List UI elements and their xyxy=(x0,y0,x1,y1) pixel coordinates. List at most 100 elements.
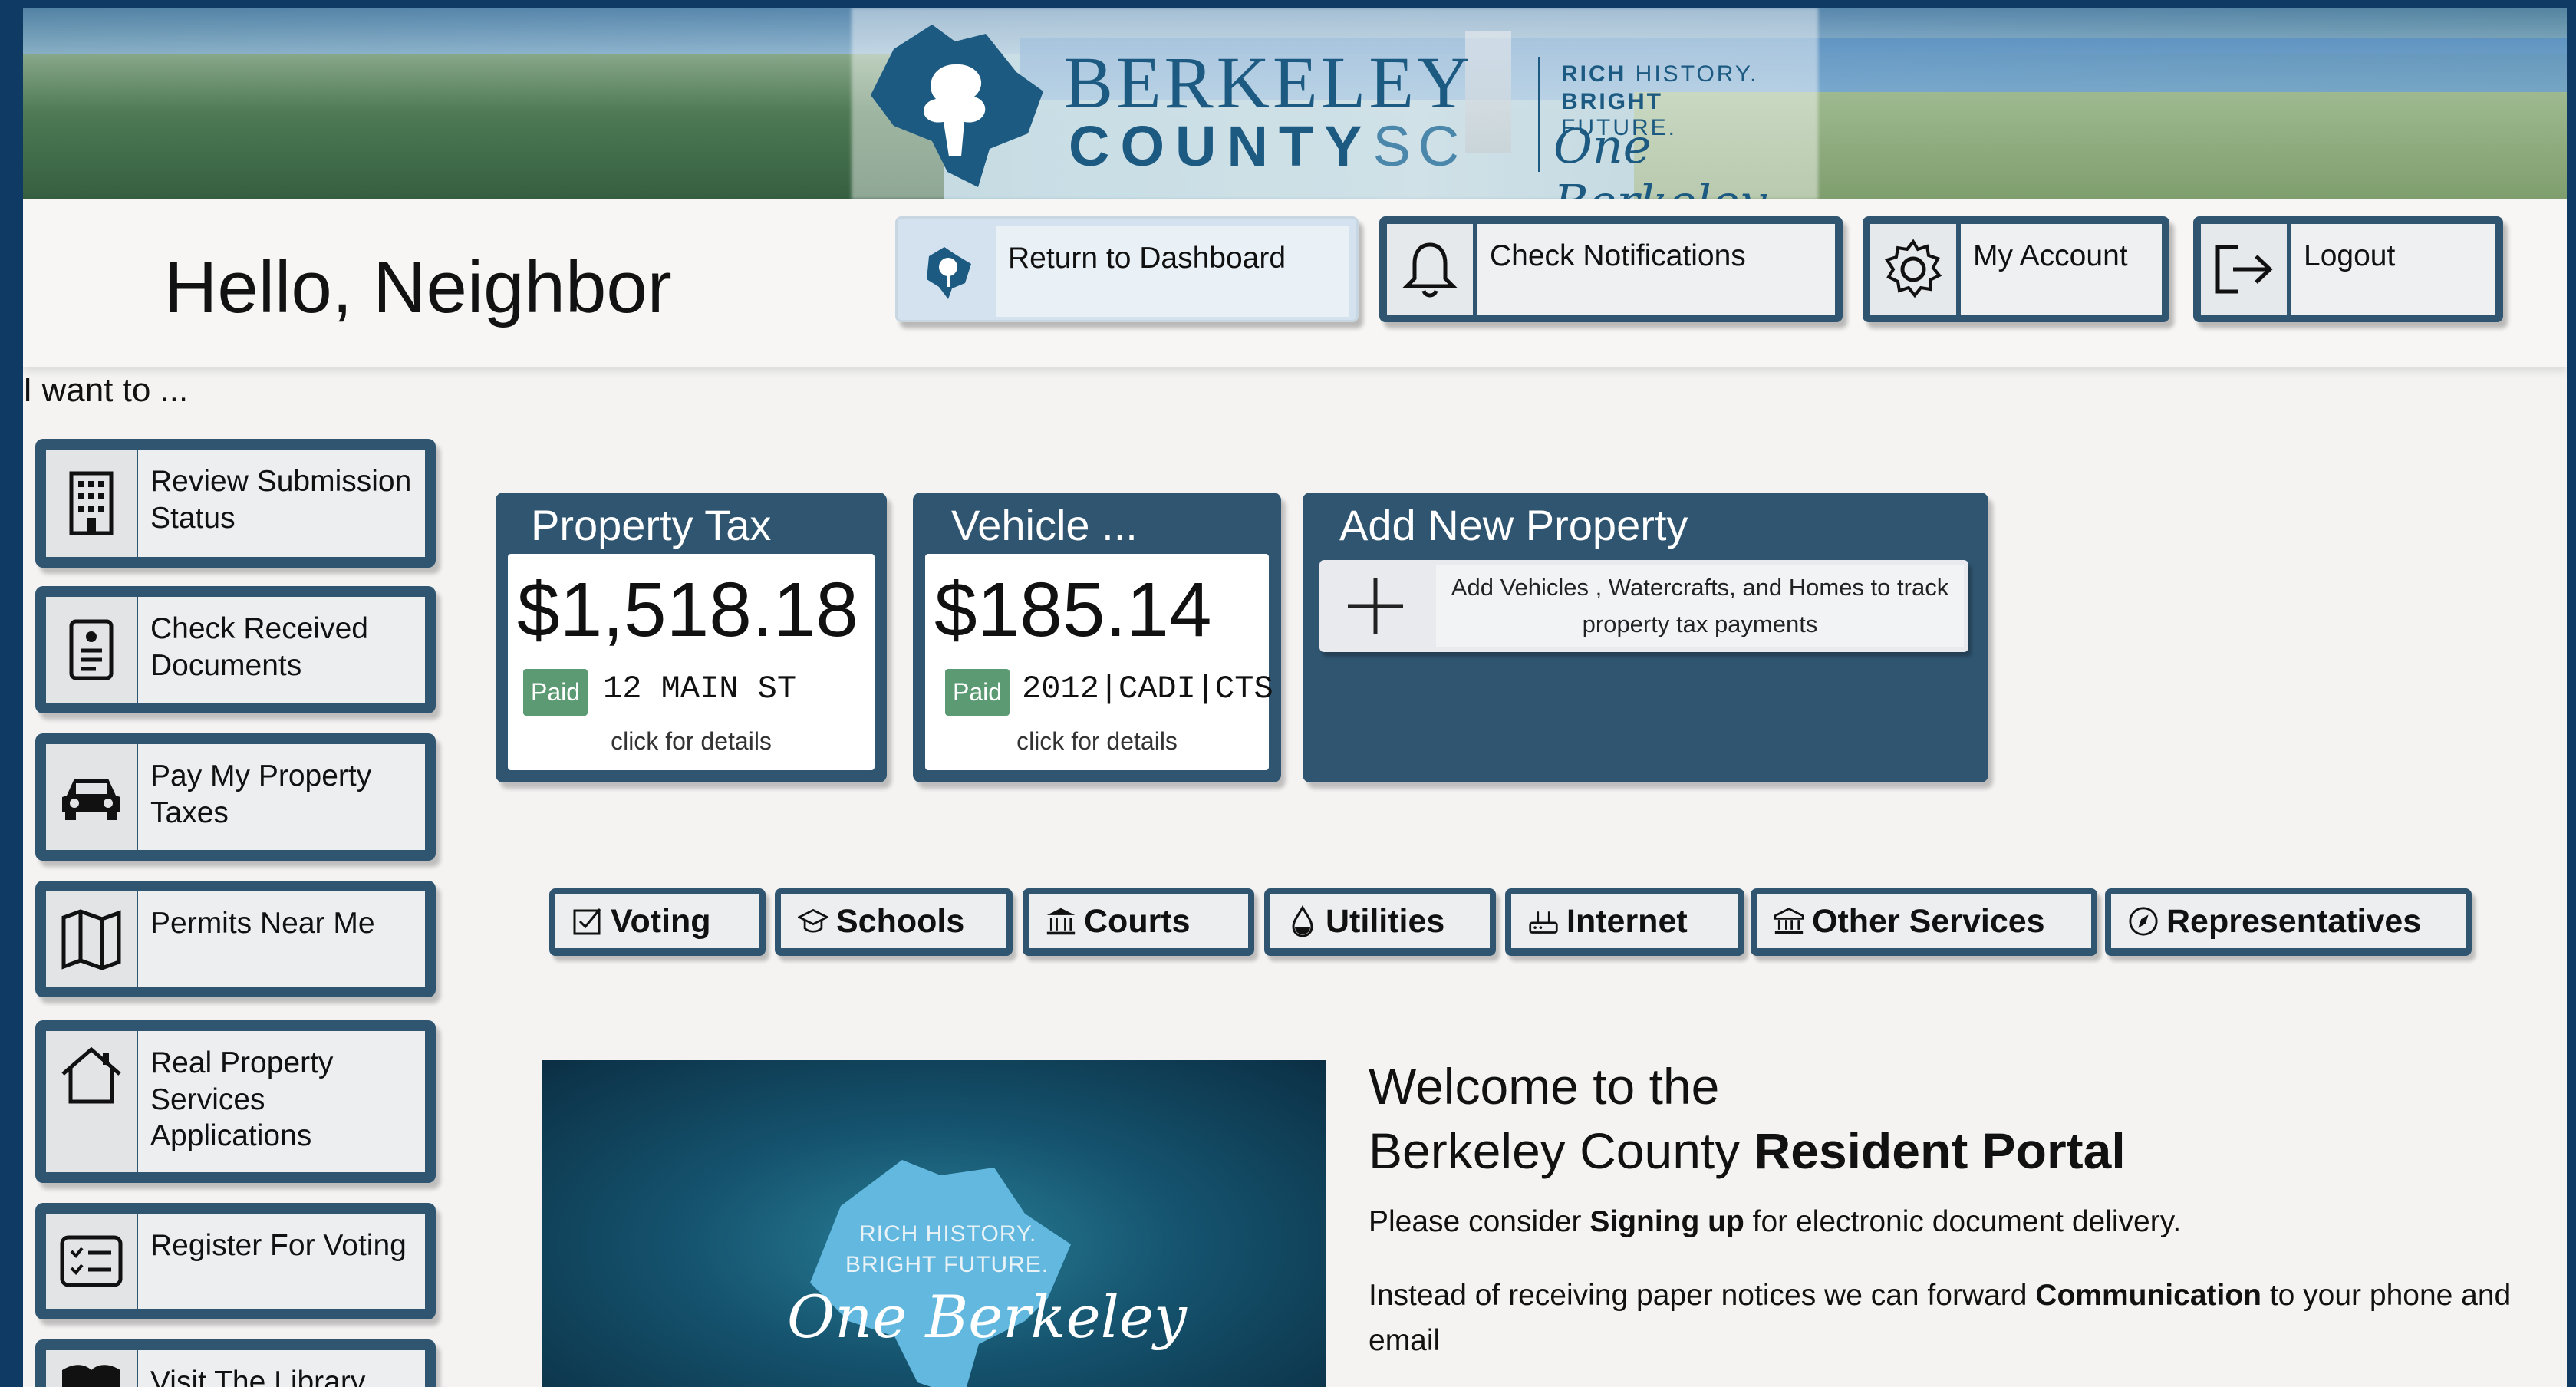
visit-the-library-label: Visit The Library xyxy=(138,1350,425,1387)
status-badge: Paid xyxy=(945,669,1010,716)
page-header: Hello, Neighbor Return to Dashboard Chec… xyxy=(23,199,2567,367)
status-badge: Paid xyxy=(523,669,588,716)
logout-icon xyxy=(2201,224,2287,315)
vehicle-tax-card[interactable]: Vehicle ... $185.14 Paid 2012|CADI|CTS c… xyxy=(913,493,1281,782)
map-icon xyxy=(46,891,137,987)
tab-representatives-label: Representatives xyxy=(2166,902,2422,940)
car-icon xyxy=(46,744,137,850)
add-new-property-description: Add Vehicles , Watercrafts, and Homes to… xyxy=(1436,565,1964,647)
property-tax-amount: $1,518.18 xyxy=(517,567,858,653)
vehicle-body: $185.14 Paid 2012|CADI|CTS click for det… xyxy=(925,554,1273,770)
para1-suffix: for electronic document delivery. xyxy=(1744,1205,2182,1238)
welcome-heading-line1: Welcome to the xyxy=(1369,1058,1720,1115)
pay-my-property-taxes-button[interactable]: Pay My Property Taxes xyxy=(35,733,436,861)
signup-paragraph: Please consider Signing up for electroni… xyxy=(1369,1200,2519,1245)
para2-prefix: Instead of receiving paper notices we ca… xyxy=(1369,1279,2036,1312)
router-icon xyxy=(1528,906,1559,937)
return-to-dashboard-label: Return to Dashboard xyxy=(996,226,1349,317)
county-logo[interactable]: BERKELEY COUNTYSC RICH HISTORY. BRIGHT F… xyxy=(863,18,1784,199)
register-for-voting-label: Register For Voting xyxy=(138,1214,425,1309)
communication-link[interactable]: Communication xyxy=(2035,1279,2261,1312)
logout-button[interactable]: Logout xyxy=(2193,216,2503,322)
tab-courts[interactable]: Courts xyxy=(1023,888,1254,956)
building-icon xyxy=(46,450,137,557)
courthouse-icon xyxy=(1046,906,1076,937)
my-account-button[interactable]: My Account xyxy=(1863,216,2169,322)
add-new-property-card: Add New Property Add Vehicles , Watercra… xyxy=(1303,493,1988,782)
vehicle-amount: $185.14 xyxy=(934,567,1212,653)
tab-schools-label: Schools xyxy=(836,902,965,940)
pay-my-property-taxes-label: Pay My Property Taxes xyxy=(138,744,425,850)
visit-the-library-button[interactable]: Visit The Library xyxy=(35,1339,436,1387)
welcome-line2-bold: Resident Portal xyxy=(1754,1122,2126,1179)
ballot-icon xyxy=(572,906,603,937)
tab-courts-label: Courts xyxy=(1084,902,1191,940)
document-icon xyxy=(46,597,137,703)
return-to-dashboard-button[interactable]: Return to Dashboard xyxy=(895,216,1359,322)
communication-paragraph: Instead of receiving paper notices we ca… xyxy=(1369,1273,2535,1363)
tab-voting[interactable]: Voting xyxy=(549,888,766,956)
property-tax-body: $1,518.18 Paid 12 MAIN ST click for deta… xyxy=(508,554,875,770)
brand-tagline-1: RICH HISTORY. xyxy=(1561,61,1758,87)
review-submission-status-button[interactable]: Review Submission Status xyxy=(35,439,436,568)
click-for-details-link[interactable]: click for details xyxy=(925,727,1269,756)
brand-script: One Berkeley xyxy=(1553,118,1767,199)
vehicle-identifier: 2012|CADI|CTS xyxy=(1022,670,1273,707)
county-map-icon xyxy=(871,25,1043,187)
video-script: One Berkeley xyxy=(787,1283,1187,1351)
check-notifications-label: Check Notifications xyxy=(1477,224,1835,315)
my-account-label: My Account xyxy=(1961,224,2162,315)
tab-utilities[interactable]: Utilities xyxy=(1264,888,1496,956)
house-icon xyxy=(46,1031,137,1172)
register-for-voting-button[interactable]: Register For Voting xyxy=(35,1203,436,1319)
tab-internet-label: Internet xyxy=(1566,902,1688,940)
check-notifications-button[interactable]: Check Notifications xyxy=(1379,216,1843,322)
banner-forest xyxy=(23,54,944,199)
welcome-line2-prefix: Berkeley County xyxy=(1369,1122,1754,1179)
property-tax-title: Property Tax xyxy=(531,501,772,549)
book-icon xyxy=(46,1350,137,1387)
review-submission-status-label: Review Submission Status xyxy=(138,450,425,557)
tagline-1-rest: HISTORY. xyxy=(1626,61,1759,87)
gear-icon xyxy=(1870,224,1956,315)
welcome-video[interactable]: RICH HISTORY. BRIGHT FUTURE. One Berkele… xyxy=(542,1060,1326,1387)
para1-prefix: Please consider xyxy=(1369,1205,1590,1238)
check-received-documents-label: Check Received Documents xyxy=(138,597,425,703)
brand-divider xyxy=(1538,57,1540,172)
permits-near-me-button[interactable]: Permits Near Me xyxy=(35,881,436,997)
tab-schools[interactable]: Schools xyxy=(775,888,1013,956)
tab-voting-label: Voting xyxy=(611,902,711,940)
compass-icon xyxy=(2128,906,2159,937)
tab-utilities-label: Utilities xyxy=(1326,902,1445,940)
tab-other-services-label: Other Services xyxy=(1812,902,2045,940)
plus-icon xyxy=(1319,560,1431,652)
tagline-1-bold: RICH xyxy=(1561,61,1627,87)
add-new-property-button[interactable]: Add Vehicles , Watercrafts, and Homes to… xyxy=(1319,560,1968,652)
vehicle-title: Vehicle ... xyxy=(951,501,1138,549)
county-logo-icon xyxy=(905,226,991,317)
brand-name-line1: BERKELEY xyxy=(1064,41,1474,124)
brand-county-text: COUNTY xyxy=(1069,114,1373,178)
property-tax-card[interactable]: Property Tax $1,518.18 Paid 12 MAIN ST c… xyxy=(496,493,887,782)
bell-icon xyxy=(1387,224,1473,315)
signup-link[interactable]: Signing up xyxy=(1589,1205,1744,1238)
logout-label: Logout xyxy=(2291,224,2495,315)
bank-icon xyxy=(1774,906,1804,937)
video-tagline-1: RICH HISTORY. xyxy=(859,1221,1037,1247)
greeting-title: Hello, Neighbor xyxy=(164,246,672,328)
checklist-icon xyxy=(46,1214,137,1309)
video-tagline-2: BRIGHT FUTURE. xyxy=(845,1252,1049,1277)
i-want-to-heading: I want to ... xyxy=(23,371,189,409)
real-property-services-applications-label: Real Property Services Applications xyxy=(138,1031,425,1172)
tab-other-services[interactable]: Other Services xyxy=(1751,888,2097,956)
tab-representatives[interactable]: Representatives xyxy=(2105,888,2472,956)
brand-name-line2: COUNTYSC xyxy=(1069,118,1467,175)
water-drop-icon xyxy=(1287,905,1318,937)
real-property-services-applications-button[interactable]: Real Property Services Applications xyxy=(35,1020,436,1183)
tab-internet[interactable]: Internet xyxy=(1505,888,1744,956)
header-banner: BERKELEY COUNTYSC RICH HISTORY. BRIGHT F… xyxy=(23,8,2567,199)
check-received-documents-button[interactable]: Check Received Documents xyxy=(35,586,436,713)
permits-near-me-label: Permits Near Me xyxy=(138,891,425,987)
click-for-details-link[interactable]: click for details xyxy=(508,727,875,756)
welcome-heading-line2: Berkeley County Resident Portal xyxy=(1369,1122,2126,1180)
